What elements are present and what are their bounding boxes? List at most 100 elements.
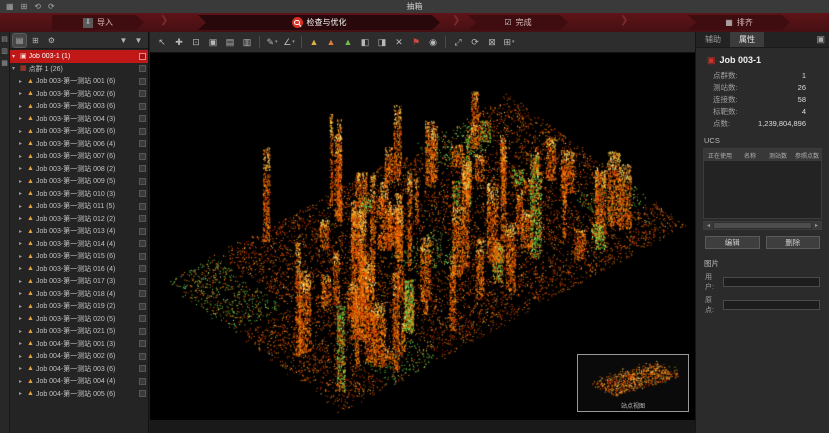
tree-item-station[interactable]: ▸▲Job 003-第一测站 002 (6) xyxy=(10,88,148,101)
step-finish[interactable]: ☑ 完成 xyxy=(468,15,568,30)
visibility-toggle[interactable] xyxy=(139,303,146,310)
visibility-toggle[interactable] xyxy=(139,278,146,285)
tree-item-station[interactable]: ▸▲Job 004-第一测站 002 (6) xyxy=(10,350,148,363)
tree-item-station[interactable]: ▸▲Job 003-第一测站 010 (3) xyxy=(10,188,148,201)
minimap[interactable]: 站点视图 xyxy=(577,354,689,412)
visibility-toggle[interactable] xyxy=(139,203,146,210)
expander-icon[interactable]: ▸ xyxy=(19,340,25,347)
filter-links-icon[interactable]: ▼ xyxy=(132,34,145,47)
expander-icon[interactable]: ▸ xyxy=(19,390,25,397)
expander-icon[interactable]: ▸ xyxy=(19,353,25,360)
tree-item-station[interactable]: ▸▲Job 004-第一测站 004 (4) xyxy=(10,375,148,388)
tree-item-station[interactable]: ▸▲Job 003-第一测站 012 (2) xyxy=(10,213,148,226)
visibility-toggle[interactable] xyxy=(139,140,146,147)
visibility-toggle[interactable] xyxy=(139,365,146,372)
expander-icon[interactable]: ▸ xyxy=(19,215,25,222)
tree-item-station[interactable]: ▸▲Job 003-第一测站 014 (4) xyxy=(10,238,148,251)
tree-item-station[interactable]: ▸▲Job 004-第一测站 003 (6) xyxy=(10,363,148,376)
camera-icon[interactable]: ▣ xyxy=(205,34,221,51)
tree-item-station[interactable]: ▸▲Job 004-第一测站 005 (6) xyxy=(10,388,148,401)
visibility-toggle[interactable] xyxy=(139,78,146,85)
panel-layout-icon[interactable]: ▣ xyxy=(812,32,829,47)
visibility-toggle[interactable] xyxy=(139,53,146,60)
fill-icon[interactable]: ◨ xyxy=(374,34,390,51)
visibility-toggle[interactable] xyxy=(139,265,146,272)
cursor-icon[interactable]: ↖ xyxy=(154,34,170,51)
tree-item-station[interactable]: ▸▲Job 004-第一测站 001 (3) xyxy=(10,338,148,351)
tree-item-station[interactable]: ▸▲Job 003-第一测站 007 (6) xyxy=(10,150,148,163)
layers-panel-icon[interactable]: ▥ xyxy=(1,48,8,55)
tree-item-station[interactable]: ▸▲Job 003-第一测站 013 (4) xyxy=(10,225,148,238)
ucs-scrollbar[interactable]: ◂ ▸ xyxy=(703,221,822,230)
expander-icon[interactable]: ▸ xyxy=(19,103,25,110)
expander-icon[interactable]: ▸ xyxy=(19,290,25,297)
visibility-toggle[interactable] xyxy=(139,228,146,235)
expander-icon[interactable]: ▸ xyxy=(19,265,25,272)
expander-icon[interactable]: ▸ xyxy=(19,90,25,97)
snapshot-icon[interactable]: ▤ xyxy=(222,34,238,51)
visibility-toggle[interactable] xyxy=(139,128,146,135)
expander-icon[interactable]: ▸ xyxy=(19,115,25,122)
visibility-toggle[interactable] xyxy=(139,190,146,197)
marker-orange-icon[interactable]: ▲ xyxy=(323,34,339,51)
step-align[interactable]: ▦ 排齐 xyxy=(688,15,790,30)
tree-item-station[interactable]: ▸▲Job 003-第一测站 019 (2) xyxy=(10,300,148,313)
tree-item-job[interactable]: ▾▣Job 003-1 (1) xyxy=(10,50,148,63)
pan-icon[interactable]: ✚ xyxy=(171,34,187,51)
scroll-right-icon[interactable]: ▸ xyxy=(812,222,821,229)
visibility-toggle[interactable] xyxy=(139,115,146,122)
visibility-toggle[interactable] xyxy=(139,378,146,385)
tree-item-station[interactable]: ▸▲Job 003-第一测站 003 (6) xyxy=(10,100,148,113)
3d-viewport[interactable]: 站点视图 xyxy=(150,53,695,420)
expander-icon[interactable]: ▸ xyxy=(19,78,25,85)
expander-icon[interactable]: ▾ xyxy=(12,53,18,60)
visibility-toggle[interactable] xyxy=(139,315,146,322)
expander-icon[interactable]: ▸ xyxy=(19,140,25,147)
tree-item-pointcloud-group[interactable]: ▾▦点群 1 (26) xyxy=(10,63,148,76)
expander-icon[interactable]: ▸ xyxy=(19,178,25,185)
rotate-view-icon[interactable]: ⟳ xyxy=(467,34,483,51)
settings-icon[interactable]: ⚙ xyxy=(45,34,58,47)
measure-angle-icon[interactable]: ∠▾ xyxy=(281,34,297,51)
tree-item-station[interactable]: ▸▲Job 003-第一测站 020 (5) xyxy=(10,313,148,326)
expander-icon[interactable]: ▸ xyxy=(19,328,25,335)
step-import[interactable]: ⇩ 导入 xyxy=(52,15,144,30)
views-panel-icon[interactable]: ▦ xyxy=(1,60,8,67)
scrollbar-thumb[interactable] xyxy=(714,223,811,228)
eraser-icon[interactable]: ◧ xyxy=(357,34,373,51)
expander-icon[interactable]: ▸ xyxy=(19,278,25,285)
expander-icon[interactable]: ▸ xyxy=(19,303,25,310)
bulb-icon[interactable]: ◉ xyxy=(425,34,441,51)
tree-item-station[interactable]: ▸▲Job 003-第一测站 018 (4) xyxy=(10,288,148,301)
visibility-toggle[interactable] xyxy=(139,178,146,185)
tree-item-station[interactable]: ▸▲Job 003-第一测站 021 (5) xyxy=(10,325,148,338)
pen-icon[interactable]: ✎▾ xyxy=(264,34,280,51)
tree-item-station[interactable]: ▸▲Job 003-第一测站 004 (3) xyxy=(10,113,148,126)
visibility-toggle[interactable] xyxy=(139,153,146,160)
visibility-toggle[interactable] xyxy=(139,390,146,397)
delete-button[interactable]: 删除 xyxy=(766,236,821,249)
delete-icon[interactable]: ✕ xyxy=(391,34,407,51)
visibility-toggle[interactable] xyxy=(139,290,146,297)
visibility-toggle[interactable] xyxy=(139,328,146,335)
pin-icon[interactable]: ⚑ xyxy=(408,34,424,51)
tree-item-station[interactable]: ▸▲Job 003-第一测站 016 (4) xyxy=(10,263,148,276)
expander-icon[interactable]: ▸ xyxy=(19,253,25,260)
expander-icon[interactable]: ▸ xyxy=(19,153,25,160)
visibility-toggle[interactable] xyxy=(139,103,146,110)
expander-icon[interactable]: ▾ xyxy=(12,65,18,72)
ucs-table-body[interactable] xyxy=(704,161,821,218)
tree-item-station[interactable]: ▸▲Job 003-第一测站 017 (3) xyxy=(10,275,148,288)
expander-icon[interactable]: ▸ xyxy=(19,315,25,322)
zoom-window-icon[interactable]: ⊡ xyxy=(188,34,204,51)
expander-icon[interactable]: ▸ xyxy=(19,240,25,247)
visibility-toggle[interactable] xyxy=(139,65,146,72)
visibility-toggle[interactable] xyxy=(139,90,146,97)
tree-item-station[interactable]: ▸▲Job 003-第一测站 009 (5) xyxy=(10,175,148,188)
visibility-toggle[interactable] xyxy=(139,215,146,222)
marker-green-icon[interactable]: ▲ xyxy=(340,34,356,51)
grid-view-icon[interactable]: ⊞▾ xyxy=(501,34,517,51)
expander-icon[interactable]: ▸ xyxy=(19,365,25,372)
tree-view-icon[interactable]: ▤ xyxy=(13,34,26,47)
minimap-canvas[interactable] xyxy=(578,355,688,401)
